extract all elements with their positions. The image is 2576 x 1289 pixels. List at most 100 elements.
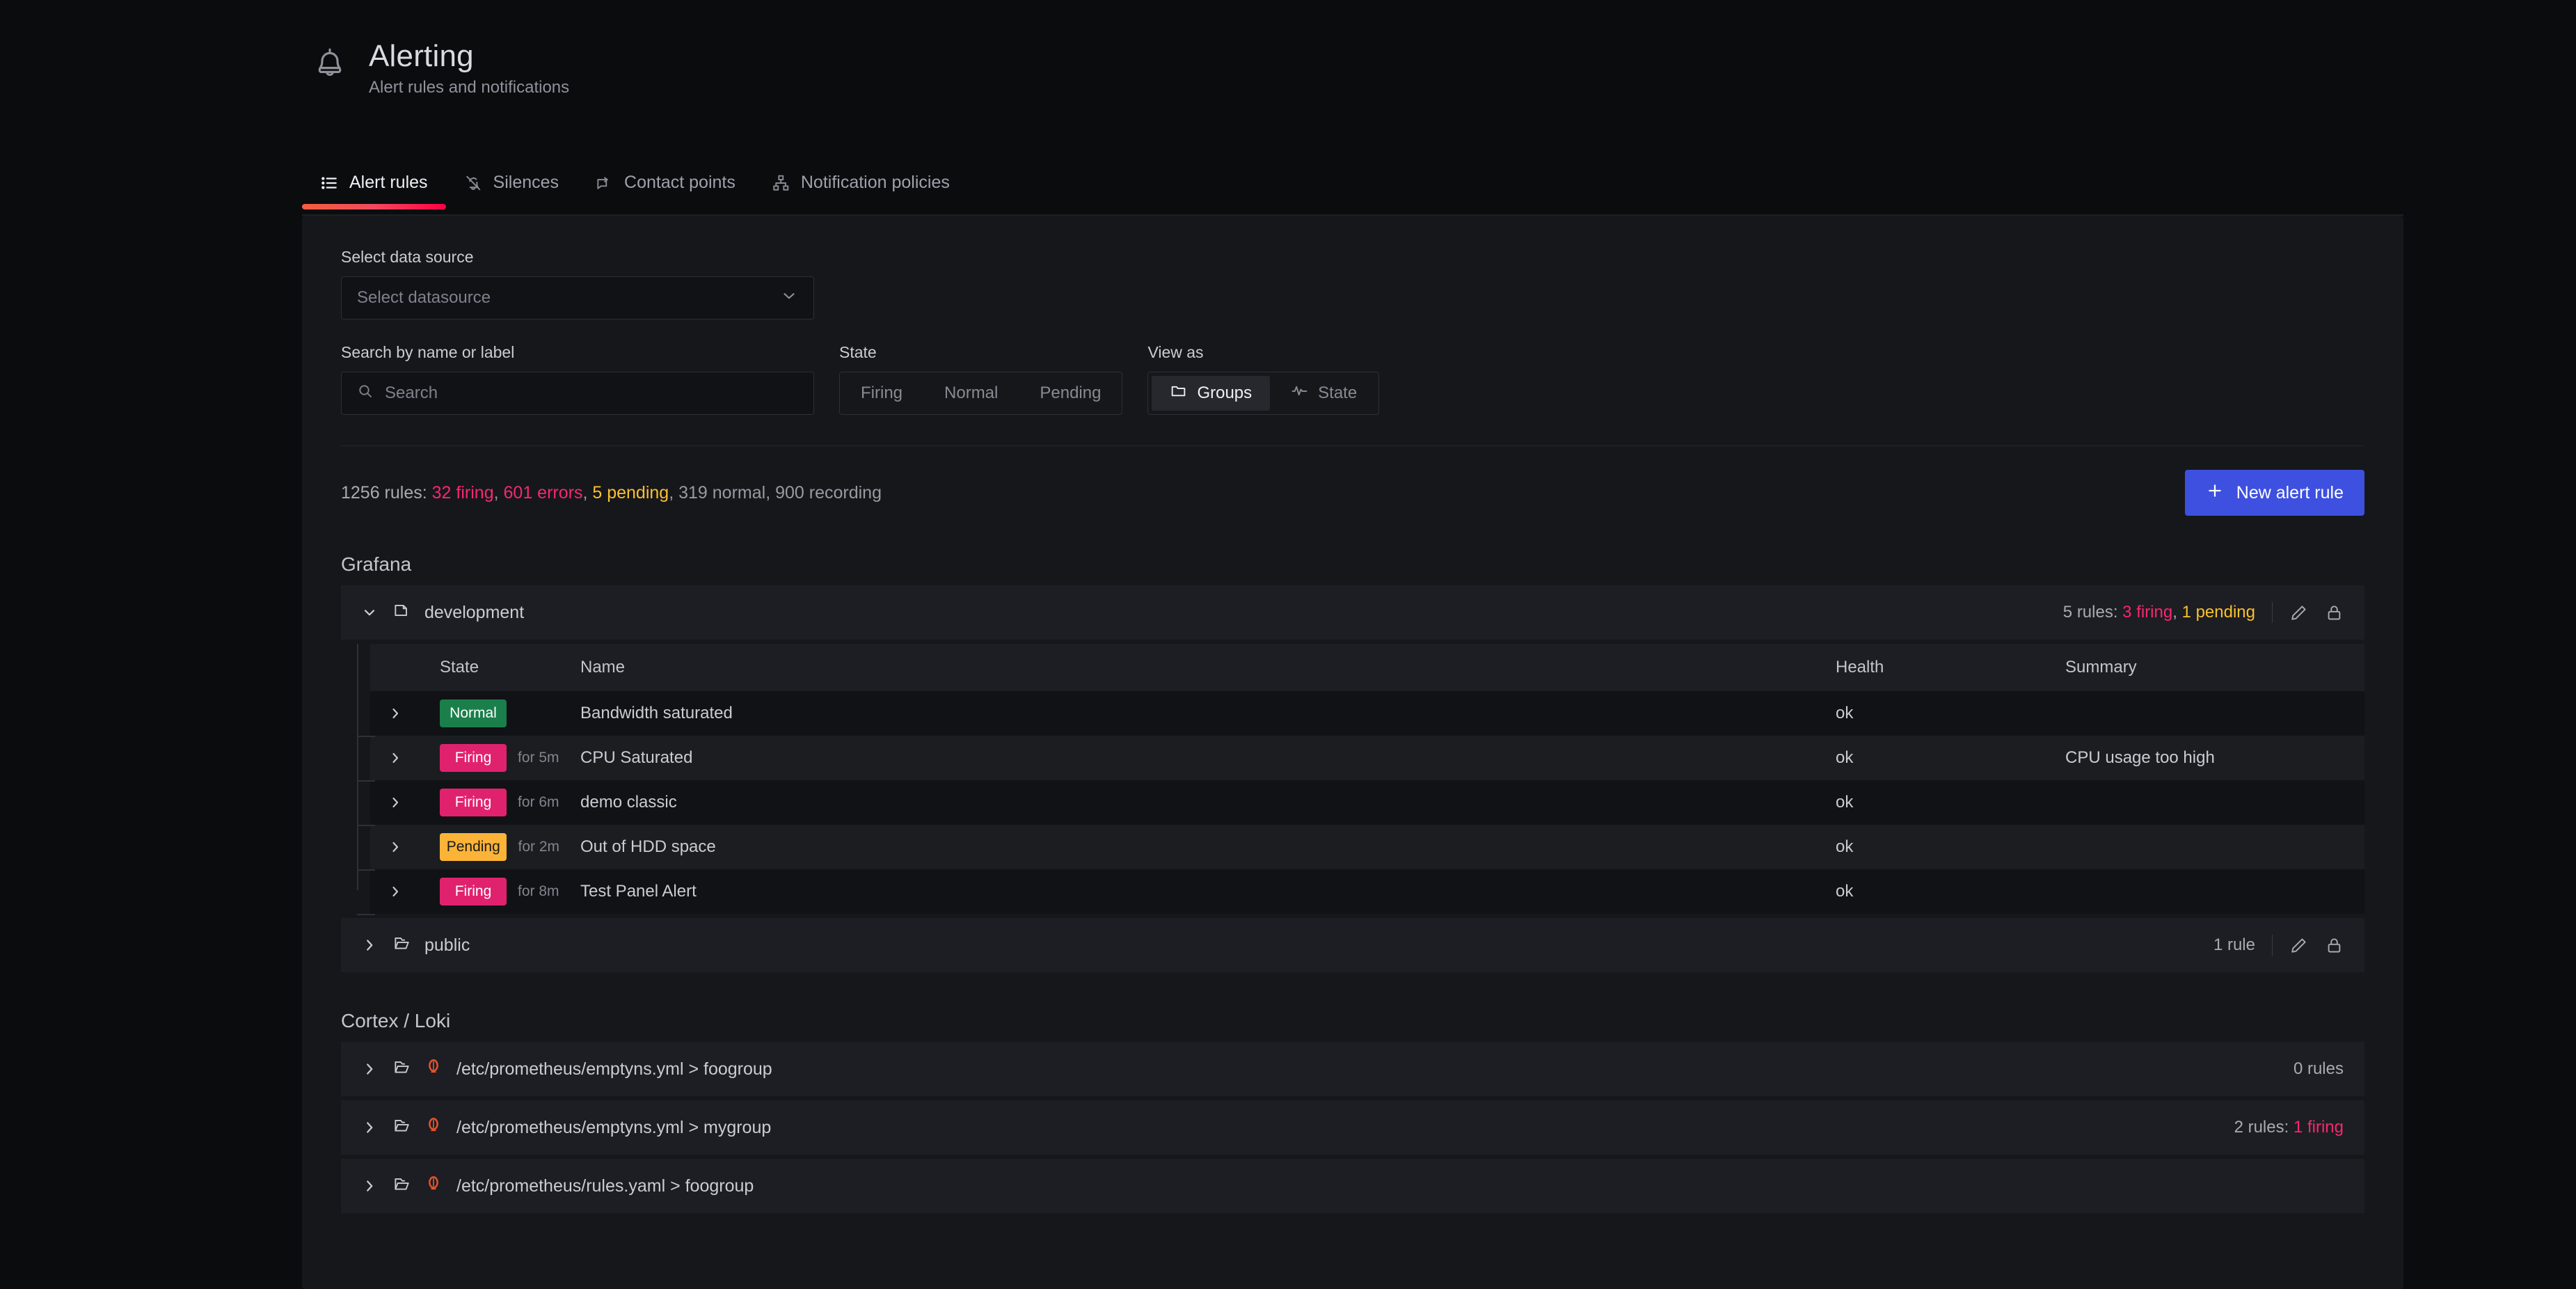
rule-health: ok — [1836, 748, 2065, 768]
rules-summary: 1256 rules: 32 firing, 601 errors, 5 pen… — [341, 483, 882, 503]
separator — [2272, 602, 2273, 623]
datasource-label: Select data source — [341, 248, 2364, 267]
group-name: /etc/prometheus/rules.yaml > foogroup — [456, 1176, 754, 1196]
group-header-foogroup[interactable]: /etc/prometheus/emptyns.yml > foogroup 0… — [341, 1042, 2364, 1096]
pencil-icon[interactable] — [2289, 603, 2308, 622]
col-name-header: Name — [559, 658, 1836, 677]
chevron-right-icon[interactable] — [370, 794, 420, 811]
plus-icon — [2206, 482, 2224, 505]
bell-slash-icon — [464, 174, 482, 192]
tab-contact-points[interactable]: Contact points — [577, 166, 754, 208]
table-row[interactable]: Firing for 6m demo classic ok — [370, 780, 2364, 825]
page-subtitle: Alert rules and notifications — [369, 78, 569, 98]
summary-pending: 5 pending — [592, 483, 669, 503]
summary-recording: 900 recording — [775, 483, 882, 503]
chevron-down-icon — [780, 287, 798, 310]
summary-sep3: , — [669, 483, 674, 503]
chevron-right-icon[interactable] — [360, 936, 379, 954]
filters-row: Search by name or label Search State Fir… — [341, 343, 2364, 415]
state-filter: State Firing Normal Pending — [839, 343, 1122, 415]
search-input[interactable]: Search — [341, 372, 814, 415]
col-summary-header: Summary — [2065, 658, 2364, 677]
chevron-right-icon[interactable] — [360, 1118, 379, 1137]
view-as-groups[interactable]: Groups — [1152, 376, 1270, 411]
summary-normal: 319 normal — [678, 483, 765, 503]
col-health-header: Health — [1836, 658, 2065, 677]
rule-health: ok — [1836, 882, 2065, 901]
alert-rules-panel: Select data source Select datasource Sea… — [302, 216, 2403, 1289]
tabbar: Alert rules Silences Contact points — [302, 166, 2403, 216]
alerting-page: Alerting Alert rules and notifications A… — [0, 0, 2576, 1289]
summary-row: 1256 rules: 32 firing, 601 errors, 5 pen… — [341, 470, 2364, 516]
summary-sep4: , — [765, 483, 770, 503]
rule-health: ok — [1836, 704, 2065, 723]
group-name: public — [424, 935, 470, 956]
view-as-state[interactable]: State — [1273, 376, 1375, 411]
group-header-public[interactable]: public 1 rule — [341, 918, 2364, 972]
datasource-filter: Select data source Select datasource — [341, 248, 2364, 319]
status-badge: Pending — [440, 833, 507, 861]
chevron-right-icon[interactable] — [370, 839, 420, 855]
tab-alert-rules[interactable]: Alert rules — [302, 166, 446, 208]
rules-table: State Name Health Summary Normal — [370, 644, 2364, 914]
separator — [2272, 935, 2273, 956]
tree-tick — [357, 780, 375, 782]
rule-for: for 2m — [518, 839, 559, 855]
summary-errors: 601 errors — [504, 483, 583, 503]
tab-label: Notification policies — [801, 173, 950, 193]
group-firing: 3 firing — [2122, 603, 2172, 622]
table-row[interactable]: Firing for 8m Test Panel Alert ok — [370, 869, 2364, 914]
group-header-mygroup[interactable]: /etc/prometheus/emptyns.yml > mygroup 2 … — [341, 1100, 2364, 1155]
rule-for: for 5m — [518, 750, 559, 766]
status-badge: Firing — [440, 744, 507, 772]
group-sep: , — [2172, 603, 2177, 622]
state-option-firing[interactable]: Firing — [840, 372, 923, 414]
page-header: Alerting Alert rules and notifications — [315, 39, 569, 98]
group-total: 1 rule — [2213, 935, 2255, 955]
chevron-right-icon[interactable] — [370, 883, 420, 900]
namespace-title-grafana: Grafana — [341, 553, 2364, 576]
chevron-right-icon[interactable] — [370, 705, 420, 722]
datasource-select[interactable]: Select datasource — [341, 276, 814, 319]
view-as-label-state: State — [1318, 383, 1357, 403]
rules-table-wrapper: State Name Health Summary Normal — [341, 644, 2364, 914]
folder-open-icon — [392, 934, 411, 957]
table-header: State Name Health Summary — [370, 644, 2364, 691]
table-row[interactable]: Firing for 5m CPU Saturated ok CPU usage… — [370, 736, 2364, 780]
tab-silences[interactable]: Silences — [446, 166, 578, 208]
rule-for: for 8m — [518, 883, 559, 900]
group-header-development[interactable]: development 5 rules: 3 firing, 1 pending — [341, 585, 2364, 640]
tree-tick — [357, 825, 375, 826]
chevron-down-icon[interactable] — [360, 603, 379, 622]
chevron-right-icon[interactable] — [370, 750, 420, 766]
status-badge: Normal — [440, 699, 507, 727]
table-row[interactable]: Pending for 2m Out of HDD space ok — [370, 825, 2364, 869]
view-as-radio-group: Groups State — [1147, 372, 1379, 415]
group-counts: 5 rules: 3 firing, 1 pending — [2063, 603, 2255, 622]
group-counts: 2 rules: 1 firing — [2234, 1118, 2344, 1137]
chevron-right-icon[interactable] — [360, 1060, 379, 1078]
state-option-pending[interactable]: Pending — [1019, 372, 1122, 414]
rule-health: ok — [1836, 837, 2065, 857]
search-filter: Search by name or label Search — [341, 343, 814, 415]
view-as-label-groups: Groups — [1197, 383, 1252, 403]
tree-tick — [357, 914, 375, 915]
pencil-icon[interactable] — [2289, 936, 2308, 955]
table-row[interactable]: Normal Bandwidth saturated ok — [370, 691, 2364, 736]
folder-open-icon — [392, 1175, 411, 1198]
summary-sep1: , — [494, 483, 499, 503]
datasource-placeholder: Select datasource — [357, 288, 491, 308]
state-option-normal[interactable]: Normal — [923, 372, 1019, 414]
search-icon — [357, 383, 374, 404]
chevron-right-icon[interactable] — [360, 1177, 379, 1195]
summary-sep2: , — [582, 483, 587, 503]
folder-icon — [392, 601, 411, 624]
group-name: /etc/prometheus/emptyns.yml > mygroup — [456, 1118, 771, 1138]
group-pending: 1 pending — [2182, 603, 2255, 622]
new-alert-rule-button[interactable]: New alert rule — [2185, 470, 2364, 516]
tab-notification-policies[interactable]: Notification policies — [754, 166, 968, 208]
lock-icon[interactable] — [2325, 603, 2344, 622]
lock-icon[interactable] — [2325, 936, 2344, 955]
group-header-rules-foogroup[interactable]: /etc/prometheus/rules.yaml > foogroup — [341, 1159, 2364, 1213]
tree-vline — [357, 644, 358, 890]
